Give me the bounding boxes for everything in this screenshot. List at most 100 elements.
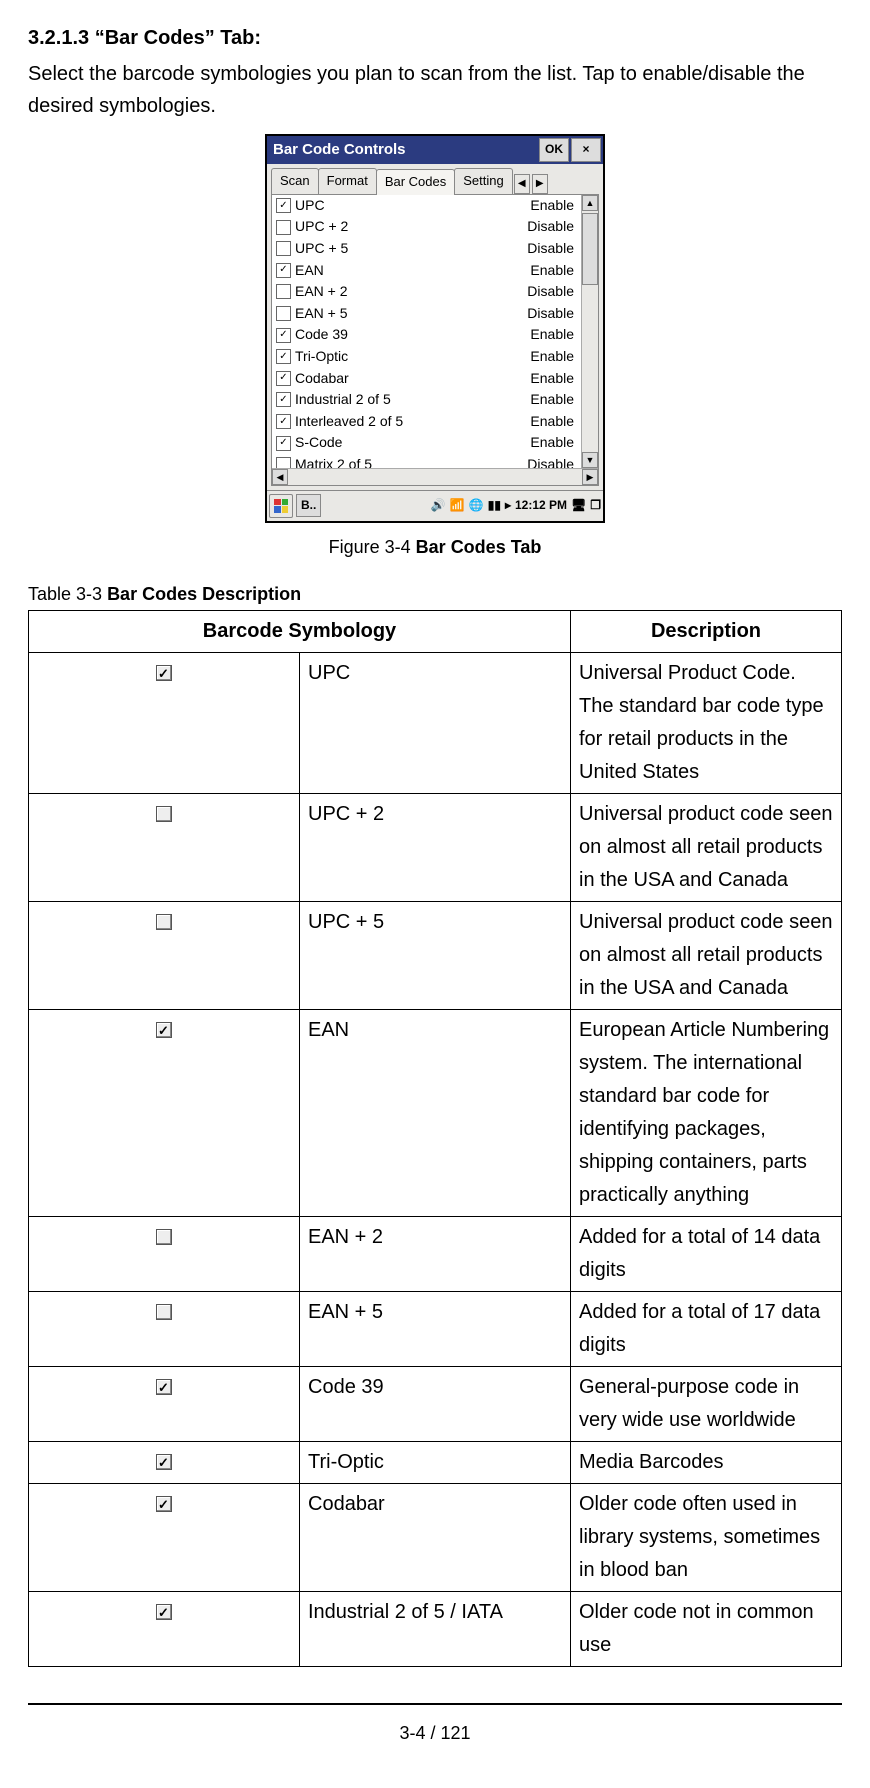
row-symbology: Code 39 [300, 1367, 571, 1442]
symbology-row[interactable]: EAN + 2Disable [272, 281, 598, 303]
figure-caption: Figure 3-4 Bar Codes Tab [28, 533, 842, 562]
close-button[interactable]: × [571, 138, 601, 162]
windows-icon[interactable]: ❐ [590, 496, 601, 515]
volume-icon[interactable]: 🔊 [431, 496, 446, 515]
table-row: CodabarOlder code often used in library … [29, 1484, 842, 1592]
checkbox-icon[interactable]: ✓ [276, 349, 291, 364]
checkbox-icon[interactable]: ✓ [276, 263, 291, 278]
row-checkbox-cell [29, 1292, 300, 1367]
checkbox-icon[interactable]: ✓ [276, 328, 291, 343]
row-symbology: EAN [300, 1010, 571, 1217]
barcode-controls-window: Bar Code Controls OK × ScanFormatBar Cod… [265, 134, 605, 523]
checkbox-icon [156, 1022, 172, 1038]
checkbox-icon[interactable] [276, 220, 291, 235]
symbology-row[interactable]: ✓Tri-OpticEnable [272, 346, 598, 368]
symbology-name: UPC + 2 [295, 217, 348, 237]
symbology-row[interactable]: UPC + 2Disable [272, 216, 598, 238]
row-checkbox-cell [29, 794, 300, 902]
symbology-name: Interleaved 2 of 5 [295, 412, 403, 432]
header-description: Description [571, 611, 842, 653]
row-symbology: Codabar [300, 1484, 571, 1592]
checkbox-icon [156, 1496, 172, 1512]
taskbar-app-button[interactable]: B.. [296, 494, 321, 517]
row-checkbox-cell [29, 1217, 300, 1292]
symbology-row[interactable]: EAN + 5Disable [272, 303, 598, 325]
row-symbology: Industrial 2 of 5 / IATA [300, 1592, 571, 1667]
checkbox-icon [156, 914, 172, 930]
row-description: Added for a total of 17 data digits [571, 1292, 842, 1367]
horizontal-scrollbar[interactable]: ◀ ▶ [272, 468, 598, 485]
symbology-name: Tri-Optic [295, 347, 348, 367]
symbology-name: Industrial 2 of 5 [295, 390, 391, 410]
checkbox-icon[interactable] [276, 241, 291, 256]
symbology-list[interactable]: ✓UPCEnableUPC + 2DisableUPC + 5Disable✓E… [272, 195, 598, 468]
vertical-scrollbar[interactable]: ▲ ▼ [581, 195, 598, 468]
symbology-row[interactable]: ✓S-CodeEnable [272, 432, 598, 454]
checkbox-icon[interactable]: ✓ [276, 414, 291, 429]
row-description: European Article Numbering system. The i… [571, 1010, 842, 1217]
checkbox-icon [156, 1304, 172, 1320]
checkbox-icon[interactable]: ✓ [276, 371, 291, 386]
tab-format[interactable]: Format [318, 168, 377, 194]
tab-scan[interactable]: Scan [271, 168, 319, 194]
row-checkbox-cell [29, 1592, 300, 1667]
row-description: Media Barcodes [571, 1442, 842, 1484]
network-icon[interactable]: 🌐 [469, 496, 484, 515]
page-footer: 3-4 / 121 [28, 1719, 842, 1748]
row-checkbox-cell [29, 902, 300, 1010]
symbology-row[interactable]: Matrix 2 of 5Disable [272, 454, 598, 468]
table-row: EANEuropean Article Numbering system. Th… [29, 1010, 842, 1217]
symbology-name: Matrix 2 of 5 [295, 455, 372, 468]
symbology-row[interactable]: ✓UPCEnable [272, 195, 598, 217]
desktop-icon[interactable]: 🖥 [571, 496, 586, 515]
window-title: Bar Code Controls [273, 138, 539, 162]
tab-bar-codes[interactable]: Bar Codes [376, 169, 455, 195]
symbology-row[interactable]: ✓EANEnable [272, 260, 598, 282]
table-row: EAN + 2Added for a total of 14 data digi… [29, 1217, 842, 1292]
ok-button[interactable]: OK [539, 138, 569, 162]
intro-paragraph: Select the barcode symbologies you plan … [28, 58, 842, 122]
table-caption: Table 3-3 Bar Codes Description [28, 580, 842, 609]
row-description: Universal product code seen on almost al… [571, 794, 842, 902]
symbology-row[interactable]: UPC + 5Disable [272, 238, 598, 260]
symbology-row[interactable]: ✓Interleaved 2 of 5Enable [272, 411, 598, 433]
row-symbology: UPC + 2 [300, 794, 571, 902]
table-row: Industrial 2 of 5 / IATAOlder code not i… [29, 1592, 842, 1667]
figure-caption-bold: Bar Codes Tab [416, 537, 542, 557]
checkbox-icon [156, 1379, 172, 1395]
tab-scroll-left-icon[interactable]: ◀ [514, 174, 530, 194]
table-row: EAN + 5Added for a total of 17 data digi… [29, 1292, 842, 1367]
symbology-name: Code 39 [295, 325, 348, 345]
scroll-down-icon[interactable]: ▼ [582, 452, 598, 468]
checkbox-icon[interactable]: ✓ [276, 392, 291, 407]
scroll-right-icon[interactable]: ▶ [582, 469, 598, 485]
windows-flag-icon [274, 499, 288, 513]
tab-scroll-right-icon[interactable]: ▶ [532, 174, 548, 194]
start-button[interactable] [269, 494, 293, 518]
checkbox-icon[interactable] [276, 306, 291, 321]
footer-rule [28, 1703, 842, 1705]
symbology-row[interactable]: ✓Industrial 2 of 5Enable [272, 389, 598, 411]
row-checkbox-cell [29, 1442, 300, 1484]
signal-icon[interactable]: 📶 [450, 496, 465, 515]
figure-caption-prefix: Figure 3-4 [329, 537, 416, 557]
symbology-row[interactable]: ✓CodabarEnable [272, 368, 598, 390]
row-symbology: Tri-Optic [300, 1442, 571, 1484]
taskbar: B.. 🔊 📶 🌐 ▮▮ ▸ 12:12 PM 🖥 ❐ [267, 490, 603, 521]
checkbox-icon[interactable] [276, 284, 291, 299]
tab-setting[interactable]: Setting [454, 168, 512, 194]
barcodes-description-table: Barcode Symbology Description UPCUnivers… [28, 610, 842, 1667]
row-checkbox-cell [29, 1010, 300, 1217]
symbology-row[interactable]: ✓Code 39Enable [272, 324, 598, 346]
scroll-up-icon[interactable]: ▲ [582, 195, 598, 211]
row-description: Added for a total of 14 data digits [571, 1217, 842, 1292]
checkbox-icon[interactable]: ✓ [276, 198, 291, 213]
scroll-left-icon[interactable]: ◀ [272, 469, 288, 485]
battery-icon[interactable]: ▮▮ [488, 496, 501, 515]
clock[interactable]: 12:12 PM [515, 496, 567, 515]
symbology-list-frame: ✓UPCEnableUPC + 2DisableUPC + 5Disable✓E… [271, 194, 599, 486]
table-row: Tri-OpticMedia Barcodes [29, 1442, 842, 1484]
checkbox-icon[interactable]: ✓ [276, 436, 291, 451]
scroll-thumb[interactable] [582, 213, 598, 285]
checkbox-icon[interactable] [276, 457, 291, 468]
